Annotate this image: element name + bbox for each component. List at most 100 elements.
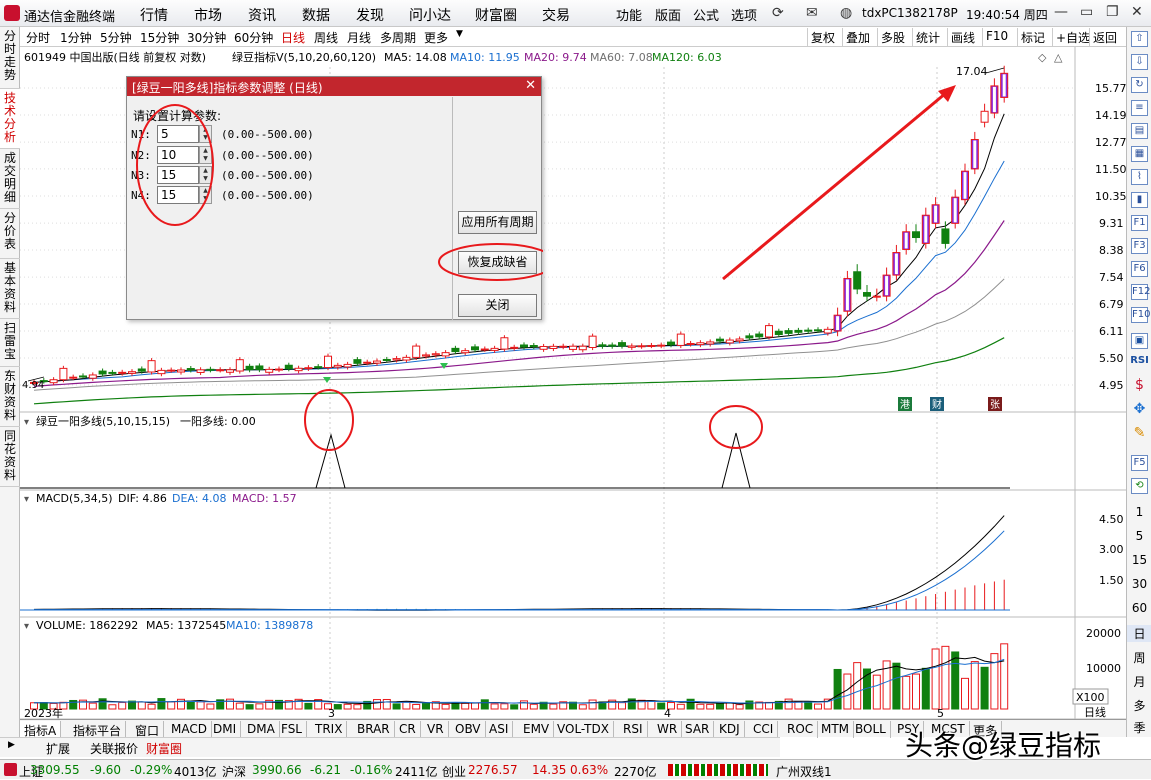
f5-icon[interactable]: F5 — [1131, 455, 1148, 471]
f6-icon[interactable]: F6 — [1131, 261, 1148, 277]
event-badge-hk-text[interactable]: 港 — [900, 399, 910, 411]
volume-options-icon[interactable]: ▾ — [24, 621, 29, 632]
ltab-minesweeper[interactable]: 扫雷宝 — [0, 319, 20, 367]
up-triangle-icon[interactable]: △ — [1054, 51, 1063, 64]
period-multi[interactable]: 多周期 — [380, 29, 416, 46]
period-week[interactable]: 周 — [1127, 649, 1151, 666]
grid-icon[interactable]: ▦ — [1131, 146, 1148, 162]
tool-multi-stock[interactable]: 多股 — [877, 28, 908, 46]
diamond-icon[interactable]: ◇ — [1038, 51, 1047, 64]
rsi-label[interactable]: RSI — [1127, 355, 1151, 366]
bars-icon[interactable]: ▤ — [1131, 123, 1148, 139]
chart-icon[interactable]: ⌇ — [1131, 169, 1148, 185]
indicator-tab-boll[interactable]: BOLL — [851, 721, 891, 738]
tool-adjust[interactable]: 复权 — [807, 28, 838, 46]
tool-overlay[interactable]: 叠加 — [842, 28, 873, 46]
indicator-tab-vol-tdx[interactable]: VOL-TDX — [553, 721, 614, 738]
indicator-tab-cci[interactable]: CCI — [749, 721, 779, 738]
period-season[interactable]: 季 — [1127, 719, 1151, 736]
restore-icon[interactable]: ❐ — [1106, 4, 1119, 20]
period-more-dropdown-icon[interactable]: ▼ — [456, 29, 463, 39]
down-arrow-icon[interactable]: ⇩ — [1131, 54, 1148, 70]
collapse-icon[interactable]: ▶ — [8, 740, 15, 750]
indicator-tab-窗口[interactable]: 窗口 — [131, 721, 165, 738]
period-5min[interactable]: 5分钟 — [100, 29, 132, 46]
period-day[interactable]: 日 — [1127, 625, 1151, 642]
period-month[interactable]: 月 — [1127, 673, 1151, 690]
ltab-trades[interactable]: 成交明细 — [0, 149, 20, 209]
ltab-basic-info[interactable]: 基本资料 — [0, 259, 20, 319]
indicator-tab-mtm[interactable]: MTM — [817, 721, 855, 738]
menu-caifuquan[interactable]: 财富圈 — [475, 5, 517, 25]
list-icon[interactable]: ≡ — [1131, 100, 1148, 116]
menu-market[interactable]: 市场 — [194, 5, 222, 25]
indicator-tab-wr[interactable]: WR — [653, 721, 683, 738]
square-icon[interactable]: ▣ — [1131, 333, 1148, 349]
ltab-technical[interactable]: 技术分析 — [0, 89, 20, 149]
minimize-icon[interactable]: — — [1054, 4, 1068, 20]
indicator-tab-dma[interactable]: DMA — [243, 721, 280, 738]
menu-trade[interactable]: 交易 — [542, 5, 570, 25]
menu-formula[interactable]: 公式 — [693, 5, 719, 24]
indicator-tab-roc[interactable]: ROC — [783, 721, 819, 738]
ltab-tonghuashun[interactable]: 同花资料 — [0, 427, 20, 487]
candles-icon[interactable]: ▮ — [1131, 192, 1148, 208]
f3-icon[interactable]: F3 — [1131, 238, 1148, 254]
period-monthly[interactable]: 月线 — [347, 29, 371, 46]
user-icon[interactable]: ◍ — [840, 5, 852, 21]
menu-layout[interactable]: 版面 — [655, 5, 681, 24]
period-more[interactable]: 更多 — [424, 29, 448, 46]
period-30min[interactable]: 30分钟 — [187, 29, 226, 46]
menu-data[interactable]: 数据 — [302, 5, 330, 25]
indicator-tab-kdj[interactable]: KDJ — [715, 721, 745, 738]
tool-add-watchlist[interactable]: +自选 — [1052, 28, 1093, 46]
period-15min[interactable]: 15分钟 — [140, 29, 179, 46]
indicator-tab-指标平台[interactable]: 指标平台 — [69, 721, 127, 738]
tool-mark[interactable]: 标记 — [1017, 28, 1048, 46]
indicator-tab-rsi[interactable]: RSI — [619, 721, 648, 738]
indicator-tab-sar[interactable]: SAR — [681, 721, 715, 738]
tool-f10[interactable]: F10 — [982, 28, 1011, 46]
menu-discover[interactable]: 发现 — [356, 5, 384, 25]
ltab-eastmoney[interactable]: 东财资料 — [0, 367, 20, 427]
period-multi-right[interactable]: 多 — [1127, 697, 1151, 714]
indicator-tab-vr[interactable]: VR — [423, 721, 449, 738]
ltab-intraday[interactable]: 分时走势 — [0, 27, 20, 89]
menu-quotes[interactable]: 行情 — [140, 5, 168, 25]
menu-news[interactable]: 资讯 — [248, 5, 276, 25]
period-intraday[interactable]: 分时 — [26, 29, 50, 46]
indicator-tab-asi[interactable]: ASI — [485, 721, 514, 738]
indicator-tab-指标a[interactable]: 指标A — [20, 721, 62, 738]
period-daily[interactable]: 日线 — [281, 29, 305, 46]
indicator-tab-trix[interactable]: TRIX — [311, 721, 348, 738]
menu-wenxiaoda[interactable]: 问小达 — [409, 5, 451, 25]
period-60[interactable]: 60 — [1127, 601, 1151, 615]
period-weekly[interactable]: 周线 — [314, 29, 338, 46]
period-1[interactable]: 1 — [1127, 505, 1151, 519]
indicator-tab-emv[interactable]: EMV — [519, 721, 555, 738]
move-icon[interactable]: ✥ — [1127, 401, 1151, 417]
event-badge-other-text[interactable]: 张 — [990, 399, 1000, 411]
macd-options-icon[interactable]: ▾ — [24, 494, 29, 505]
envelope-icon[interactable]: ✉ — [806, 5, 818, 21]
tool-draw[interactable]: 画线 — [947, 28, 978, 46]
period-1min[interactable]: 1分钟 — [60, 29, 92, 46]
period-5[interactable]: 5 — [1127, 529, 1151, 543]
f1-icon[interactable]: F1 — [1131, 215, 1148, 231]
dollar-icon[interactable]: $ — [1127, 377, 1151, 393]
maximize-icon[interactable]: ▭ — [1080, 4, 1093, 20]
indicator-tab-fsl[interactable]: FSL — [277, 721, 307, 738]
pencil-icon[interactable]: ✎ — [1127, 425, 1151, 441]
refresh-icon[interactable]: ⟳ — [772, 5, 784, 21]
ltab-price-table[interactable]: 分价表 — [0, 209, 20, 259]
indicator-tab-brar[interactable]: BRAR — [353, 721, 395, 738]
subtab-extend[interactable]: 扩展 — [46, 740, 70, 757]
f12-icon[interactable]: F12 — [1131, 284, 1150, 300]
blue-arrow-icon[interactable]: ↻ — [1131, 77, 1148, 93]
period-60min[interactable]: 60分钟 — [234, 29, 273, 46]
up-arrow-icon[interactable]: ⇧ — [1131, 31, 1148, 47]
indicator-tab-cr[interactable]: CR — [395, 721, 421, 738]
menu-function[interactable]: 功能 — [616, 5, 642, 24]
tool-statistics[interactable]: 统计 — [912, 28, 943, 46]
close-icon[interactable]: ✕ — [1131, 4, 1143, 20]
